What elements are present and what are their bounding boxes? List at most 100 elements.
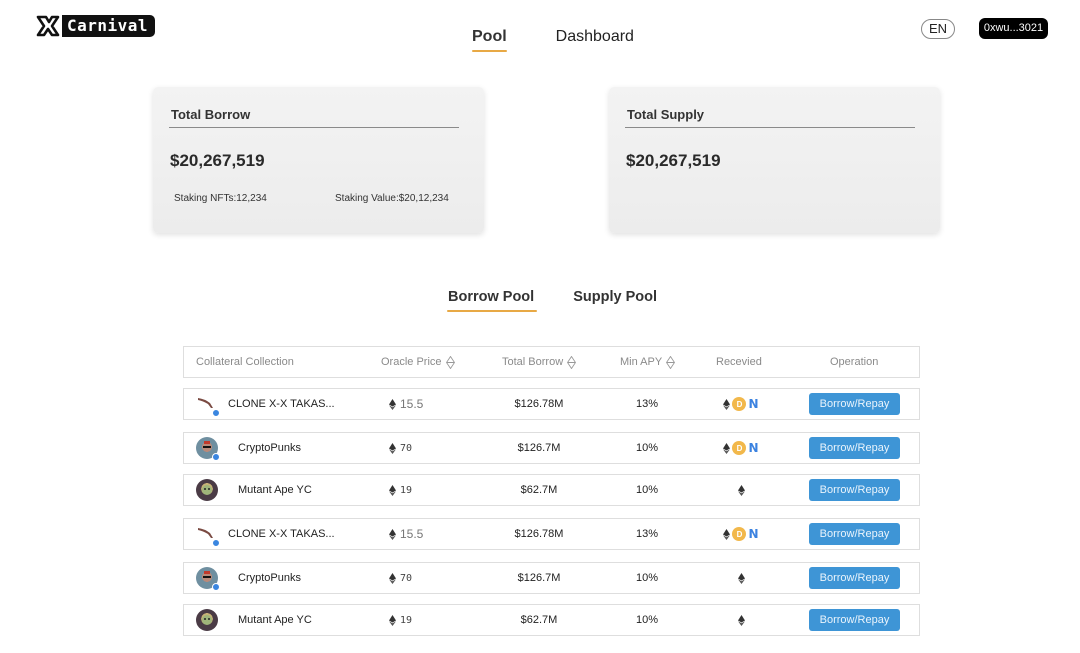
operation-cell: Borrow/Repay <box>809 519 900 549</box>
borrow-repay-button[interactable]: Borrow/Repay <box>809 567 900 589</box>
tab-supply-pool[interactable]: Supply Pool <box>573 289 657 305</box>
eth-icon <box>389 572 396 584</box>
received-tokens <box>709 563 773 593</box>
oracle-price-cell: 19 <box>389 605 429 635</box>
clone-x-avatar <box>196 523 220 547</box>
borrow-repay-button[interactable]: Borrow/Repay <box>809 437 900 459</box>
received-tokens: DN <box>709 519 773 549</box>
cryptopunks-avatar <box>196 437 220 461</box>
table-header: Collateral Collection Oracle Price Total… <box>183 346 920 378</box>
total-borrow: $126.7M <box>517 572 561 584</box>
collection-cell[interactable]: Mutant Ape YC <box>196 605 312 635</box>
pool-tabs: Borrow Pool Supply Pool <box>446 289 657 312</box>
collection-cell[interactable]: CLONE X-X TAKAS... <box>196 519 335 549</box>
borrow-repay-button[interactable]: Borrow/Repay <box>809 479 900 501</box>
nav-dashboard[interactable]: Dashboard <box>556 28 634 46</box>
total-borrow-cell: $126.7M <box>504 433 574 463</box>
min-apy-cell: 13% <box>627 519 667 549</box>
total-borrow-cell: $126.78M <box>504 389 574 419</box>
min-apy-cell: 10% <box>627 605 667 635</box>
oracle-price: 19 <box>400 614 413 626</box>
clone-x-avatar <box>196 393 220 417</box>
eth-icon <box>389 442 396 454</box>
sort-icon[interactable] <box>445 355 455 369</box>
n-token-icon: N <box>748 527 759 541</box>
collection-cell[interactable]: CryptoPunks <box>196 433 301 463</box>
tab-borrow-pool[interactable]: Borrow Pool <box>446 289 538 312</box>
card-title: Total Supply <box>627 107 705 122</box>
collection-name: CLONE X-X TAKAS... <box>228 528 335 540</box>
header-borrow-label: Total Borrow <box>502 356 564 368</box>
total-borrow: $126.78M <box>514 528 564 540</box>
collection-name: Mutant Ape YC <box>238 484 312 496</box>
borrow-repay-button[interactable]: Borrow/Repay <box>809 393 900 415</box>
eth-icon <box>737 484 745 496</box>
logo[interactable]: Carnival <box>35 14 156 38</box>
operation-cell: Borrow/Repay <box>809 563 900 593</box>
logo-text: Carnival <box>62 15 156 37</box>
operation-cell: Borrow/Repay <box>809 433 900 463</box>
main-nav: Pool Dashboard <box>472 28 634 52</box>
total-supply-card: Total Supply $20,267,519 <box>609 87 940 233</box>
sort-icon[interactable] <box>567 355 577 369</box>
total-borrow: $126.7M <box>517 442 561 454</box>
min-apy-cell: 10% <box>627 475 667 505</box>
header-min-apy[interactable]: Min APY <box>620 347 676 377</box>
oracle-price: 15.5 <box>400 527 424 541</box>
eth-icon <box>723 528 731 540</box>
dai-coin-icon: D <box>732 441 747 455</box>
oracle-price-cell: 15.5 <box>389 389 429 419</box>
total-borrow: $62.7M <box>520 614 558 626</box>
header-oracle-price[interactable]: Oracle Price <box>381 347 455 377</box>
nav-pool[interactable]: Pool <box>472 28 507 52</box>
oracle-price-cell: 19 <box>389 475 429 505</box>
operation-cell: Borrow/Repay <box>809 475 900 505</box>
sort-icon[interactable] <box>666 355 676 369</box>
total-borrow-value: $20,267,519 <box>170 151 265 170</box>
collection-cell[interactable]: Mutant Ape YC <box>196 475 312 505</box>
total-borrow-card: Total Borrow $20,267,519 Staking NFTs:12… <box>153 87 484 233</box>
logo-x-icon <box>36 15 60 37</box>
table-body: CLONE X-X TAKAS... 15.5 $126.78M 13% D N Borro… <box>183 388 920 636</box>
ape-face-icon <box>202 485 212 495</box>
ape-face-icon <box>202 615 212 625</box>
staking-value: Staking Value:$20,12,234 <box>335 193 449 204</box>
header-collection-label: Collateral Collection <box>196 356 294 368</box>
borrow-pool-table: Collateral Collection Oracle Price Total… <box>183 346 920 648</box>
n-token-icon: N <box>748 441 759 455</box>
wallet-address-button[interactable]: 0xwu...3021 <box>979 18 1048 39</box>
table-row[interactable]: CLONE X-X TAKAS... 15.5 $126.78M 13% D N Borro… <box>183 388 920 420</box>
card-divider <box>625 127 915 128</box>
n-token-icon: N <box>748 397 759 411</box>
min-apy-cell: 10% <box>627 563 667 593</box>
received-tokens: DN <box>709 389 773 419</box>
operation-cell: Borrow/Repay <box>809 605 900 635</box>
oracle-price: 15.5 <box>400 397 424 411</box>
verified-badge-icon <box>212 409 220 417</box>
eth-icon <box>389 398 396 410</box>
table-row[interactable]: CryptoPunks 70 $126.7M 10% D N Borrow/Repay <box>183 432 920 464</box>
eth-icon <box>737 572 745 584</box>
table-row[interactable]: Mutant Ape YC 19 $62.7M 10% Borrow/Repay <box>183 604 920 636</box>
collection-cell[interactable]: CLONE X-X TAKAS... <box>196 389 335 419</box>
header-collection: Collateral Collection <box>196 347 294 377</box>
verified-badge-icon <box>212 583 220 591</box>
staking-nfts: Staking NFTs:12,234 <box>174 193 267 204</box>
language-button[interactable]: EN <box>921 19 955 39</box>
table-row[interactable]: Mutant Ape YC 19 $62.7M 10% Borrow/Repay <box>183 474 920 506</box>
header-price-label: Oracle Price <box>381 356 442 368</box>
oracle-price-cell: 70 <box>389 563 429 593</box>
total-borrow: $62.7M <box>520 484 558 496</box>
borrow-repay-button[interactable]: Borrow/Repay <box>809 609 900 631</box>
collection-cell[interactable]: CryptoPunks <box>196 563 301 593</box>
total-borrow-cell: $126.7M <box>504 563 574 593</box>
table-row[interactable]: CryptoPunks 70 $126.7M 10% Borrow/Repay <box>183 562 920 594</box>
borrow-repay-button[interactable]: Borrow/Repay <box>809 523 900 545</box>
header-total-borrow[interactable]: Total Borrow <box>502 347 577 377</box>
eth-icon <box>723 442 731 454</box>
received-tokens <box>709 475 773 505</box>
oracle-price: 70 <box>400 442 413 454</box>
dai-coin-icon: D <box>732 527 747 541</box>
table-row[interactable]: CLONE X-X TAKAS... 15.5 $126.78M 13% D N Borro… <box>183 518 920 550</box>
collection-name: Mutant Ape YC <box>238 614 312 626</box>
